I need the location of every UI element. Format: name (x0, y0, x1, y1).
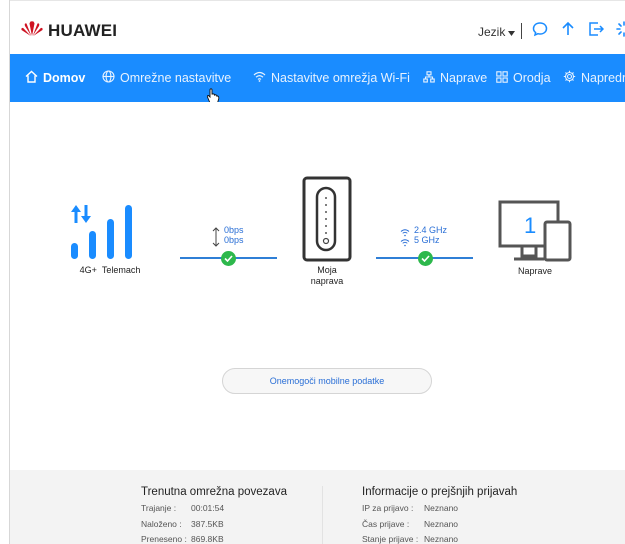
router-admin-window: HUAWEI Jezik Domov Omrežne nastavitve Na… (9, 0, 625, 544)
row-key: Naloženo : (141, 519, 182, 529)
previous-login-title: Informacije o prejšnjih prijavah (362, 486, 518, 498)
nav-item-home[interactable]: Domov (25, 54, 85, 102)
router-label-line2: naprava (310, 276, 344, 286)
connected-devices-count: 1 (524, 213, 537, 238)
devices-icon (423, 70, 440, 86)
nav-label-network-settings: Omrežne nastavitve (120, 71, 232, 85)
router-label-line1: Moja (317, 265, 337, 275)
upload-arrow-icon[interactable] (560, 21, 576, 42)
language-label: Jezik (478, 25, 506, 39)
globe-icon (102, 70, 120, 86)
nav-item-wifi-settings[interactable]: Nastavitve omrežja Wi-Fi (253, 54, 410, 102)
nav-label-devices: Naprave (440, 71, 488, 85)
nav-item-advanced[interactable]: Napredno (563, 54, 625, 102)
previous-login-row: Čas prijave : Neznano (362, 519, 458, 529)
download-speed: 0bps (224, 235, 244, 245)
row-value: 387.5KB (191, 519, 224, 529)
signal-label: 4G+ Telemach (70, 265, 150, 276)
chat-icon[interactable] (532, 21, 548, 42)
nav-label-advanced: Napredno (581, 71, 625, 85)
nav-item-devices[interactable]: Naprave (423, 54, 487, 102)
brand-logo[interactable]: HUAWEI (20, 20, 117, 42)
wifi-band-24: 2.4 GHz (414, 225, 448, 235)
row-value: Neznano (424, 534, 459, 544)
row-key: Stanje prijave : (362, 534, 419, 544)
network-type: 4G+ (79, 265, 97, 275)
current-connection-row: Preneseno : 869.8KB (141, 534, 224, 544)
home-status-panel: 4G+ Telemach 0bps 0bps Moja naprava 2.4 … (10, 102, 625, 470)
logout-icon[interactable] (588, 21, 605, 42)
router-label: Moja naprava (302, 265, 352, 287)
row-value: 00:01:54 (191, 503, 225, 513)
info-divider (322, 486, 323, 544)
row-key: Preneseno : (141, 534, 187, 544)
previous-login-row: IP za prijavo : Neznano (362, 503, 458, 513)
header-actions (532, 21, 625, 42)
gear-icon (563, 70, 581, 86)
caret-down-icon (508, 25, 516, 39)
disable-mobile-data-button[interactable]: Onemogoči mobilne podatke (222, 368, 432, 394)
devices-label: Naprave (517, 266, 553, 276)
language-selector[interactable]: Jezik (478, 25, 516, 39)
current-connection-title: Trenutna omrežna povezava (141, 486, 287, 498)
header-divider (521, 23, 522, 39)
nav-label-wifi-settings: Nastavitve omrežja Wi-Fi (271, 71, 410, 85)
row-key: IP za prijavo : (362, 503, 414, 513)
nav-label-tools: Orodja (513, 71, 551, 85)
loading-icon (616, 21, 625, 42)
huawei-logo-icon (20, 20, 44, 42)
modem-link-status-icon (221, 251, 236, 266)
current-connection-row: Naloženo : 387.5KB (141, 519, 224, 529)
download-arrow-small-icon (212, 234, 220, 252)
row-value: 869.8KB (191, 534, 224, 544)
wifi-link-status-icon (418, 251, 433, 266)
previous-login-row: Stanje prijave : Neznano (362, 534, 458, 544)
wifi-small-icon-2 (400, 234, 410, 252)
row-key: Trajanje : (141, 503, 177, 513)
nav-label-home: Domov (43, 71, 86, 85)
router-icon (302, 176, 352, 267)
upload-speed: 0bps (224, 225, 244, 235)
tools-icon (496, 70, 513, 86)
brand-name: HUAWEI (48, 21, 118, 40)
main-nav: Domov Omrežne nastavitve Nastavitve omre… (10, 54, 625, 104)
header-bar: HUAWEI Jezik (10, 0, 625, 54)
operator-name: Telemach (101, 265, 141, 275)
wifi-band-5: 5 GHz (414, 235, 440, 245)
connection-info-panel (10, 470, 625, 544)
current-connection-row: Trajanje : 00:01:54 (141, 503, 224, 513)
home-icon (25, 70, 43, 86)
row-key: Čas prijave : (362, 519, 410, 529)
row-value: Neznano (424, 519, 459, 529)
signal-strength-icon (70, 205, 145, 268)
row-value: Neznano (424, 503, 459, 513)
nav-item-tools[interactable]: Orodja (496, 54, 551, 102)
wifi-icon (253, 71, 271, 85)
